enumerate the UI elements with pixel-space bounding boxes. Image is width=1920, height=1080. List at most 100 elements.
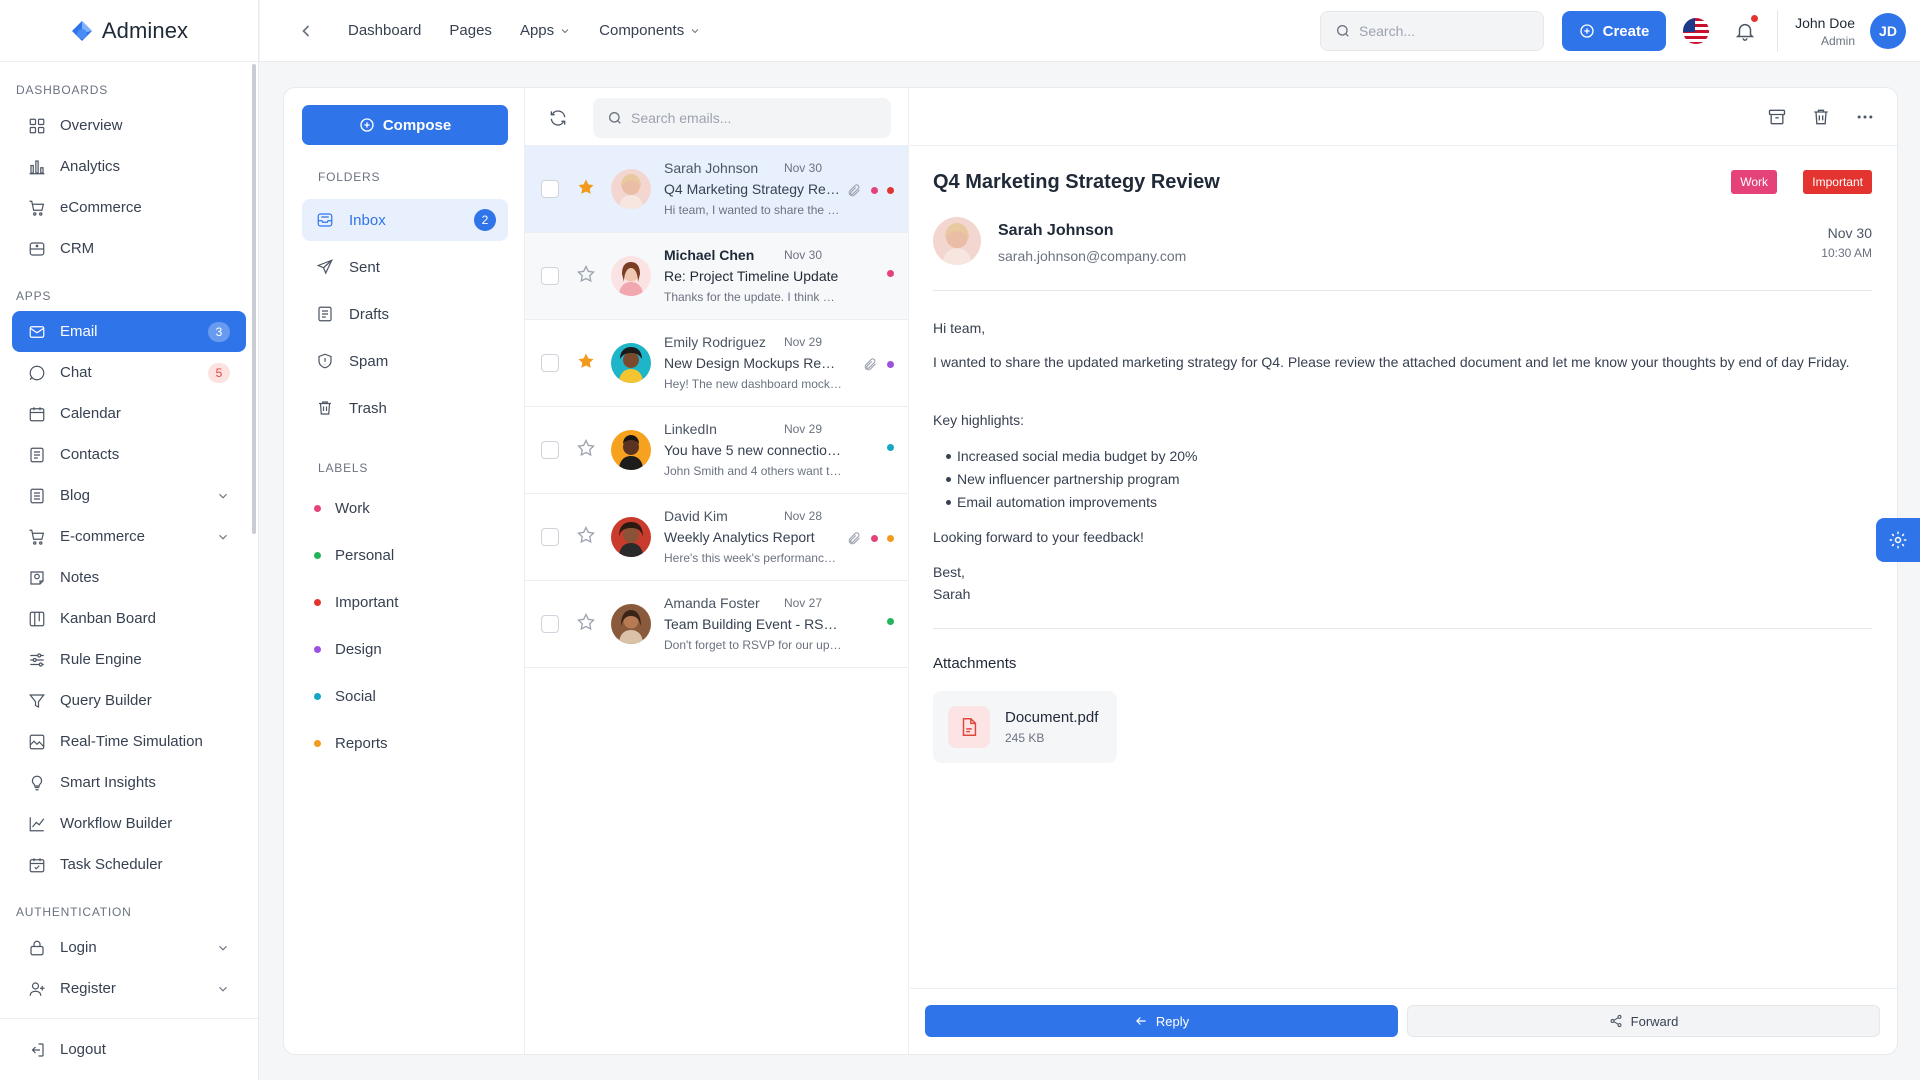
avatar	[611, 169, 651, 209]
sidebar-item-contacts[interactable]: Contacts	[12, 434, 246, 475]
sidebar-item-workflow-builder[interactable]: Workflow Builder	[12, 803, 246, 844]
email-checkbox[interactable]	[541, 354, 559, 372]
star-filled-icon[interactable]	[576, 351, 596, 371]
row-indicators	[887, 270, 894, 277]
email-checkbox[interactable]	[541, 615, 559, 633]
inbox-icon	[316, 211, 349, 229]
sidebar-item-email[interactable]: Email 3	[12, 311, 246, 352]
user-name[interactable]: John Doe	[1795, 15, 1855, 31]
sidebar-item-query-builder[interactable]: Query Builder	[12, 680, 246, 721]
nav-components[interactable]: Components	[599, 22, 701, 39]
star-outline-icon[interactable]	[576, 438, 596, 458]
sidebar-item-label: Calendar	[60, 405, 121, 422]
label-text: Design	[335, 641, 382, 658]
email-date: Nov 27	[783, 596, 822, 610]
reply-button[interactable]: Reply	[925, 1005, 1398, 1037]
label-design[interactable]: Design	[314, 641, 382, 658]
reader-toolbar	[910, 88, 1897, 146]
sidebar-item-crm[interactable]: CRM	[12, 228, 246, 269]
folder-drafts[interactable]: Drafts	[302, 293, 508, 335]
us-flag-icon[interactable]	[1683, 18, 1709, 44]
sidebar-item-login[interactable]: Login	[12, 927, 246, 968]
sidebar-item-task-scheduler[interactable]: Task Scheduler	[12, 844, 246, 885]
folder-label: Sent	[349, 258, 380, 276]
compose-button[interactable]: Compose	[302, 105, 508, 145]
refresh-icon[interactable]	[548, 108, 568, 128]
email-row[interactable]: David Kim Nov 28 Weekly Analytics Report…	[525, 494, 908, 581]
email-checkbox[interactable]	[541, 441, 559, 459]
sidebar-item-calendar[interactable]: Calendar	[12, 393, 246, 434]
bell-icon[interactable]	[1734, 20, 1756, 42]
label-important[interactable]: Important	[314, 594, 398, 611]
database-icon	[28, 240, 46, 258]
sidebar-item-ecommerce-app[interactable]: E-commerce	[12, 516, 246, 557]
tag-important[interactable]: Important	[1803, 170, 1872, 194]
sidebar-item-chat[interactable]: Chat 5	[12, 352, 246, 393]
email-checkbox[interactable]	[541, 528, 559, 546]
trash-icon[interactable]	[1811, 107, 1831, 127]
star-outline-icon[interactable]	[576, 525, 596, 545]
email-checkbox[interactable]	[541, 267, 559, 285]
sidebar-scrollbar[interactable]	[252, 64, 256, 534]
folder-sent[interactable]: Sent	[302, 246, 508, 288]
label-reports[interactable]: Reports	[314, 735, 388, 752]
nav-dashboard-label: Dashboard	[348, 22, 422, 39]
label-personal[interactable]: Personal	[314, 547, 394, 564]
create-button[interactable]: Create	[1562, 11, 1666, 51]
sidebar-item-ecommerce-dashboard[interactable]: eCommerce	[12, 187, 246, 228]
logout-button[interactable]: Logout	[12, 1029, 246, 1070]
chevron-down-icon[interactable]	[216, 530, 230, 544]
label-social[interactable]: Social	[314, 688, 376, 705]
email-preview: Thanks for the update. I think we should…	[664, 290, 842, 304]
star-outline-icon[interactable]	[576, 264, 596, 284]
sidebar-item-blog[interactable]: Blog	[12, 475, 246, 516]
settings-gear-button[interactable]	[1876, 518, 1920, 562]
chat-icon	[28, 364, 46, 382]
email-sender: Amanda Foster	[664, 595, 760, 611]
sidebar-item-analytics[interactable]: Analytics	[12, 146, 246, 187]
label-work[interactable]: Work	[314, 500, 370, 517]
folder-inbox[interactable]: Inbox 2	[302, 199, 508, 241]
logo[interactable]: Adminex	[0, 0, 258, 62]
sidebar-item-register[interactable]: Register	[12, 968, 246, 1009]
forward-button[interactable]: Forward	[1407, 1005, 1880, 1037]
attachment-card[interactable]: Document.pdf 245 KB	[933, 691, 1117, 763]
sidebar-item-label: Workflow Builder	[60, 815, 173, 832]
sidebar-item-notes[interactable]: Notes	[12, 557, 246, 598]
list-item: New influencer partnership program	[933, 468, 1197, 491]
calendar-check-icon	[28, 856, 46, 874]
sidebar-item-smart-insights[interactable]: Smart Insights	[12, 762, 246, 803]
sidebar-item-rule-engine[interactable]: Rule Engine	[12, 639, 246, 680]
avatar	[611, 256, 651, 296]
email-search-input[interactable]	[631, 110, 871, 126]
email-row[interactable]: LinkedIn Nov 29 You have 5 new connectio…	[525, 407, 908, 494]
chevron-down-icon[interactable]	[216, 982, 230, 996]
folder-spam[interactable]: Spam	[302, 340, 508, 382]
chevron-down-icon[interactable]	[216, 489, 230, 503]
email-row[interactable]: Amanda Foster Nov 27 Team Building Event…	[525, 581, 908, 668]
sidebar-item-simulation[interactable]: Real-Time Simulation	[12, 721, 246, 762]
email-list: Sarah Johnson Nov 30 Q4 Marketing Strate…	[525, 88, 909, 1054]
email-row[interactable]: Michael Chen Nov 30 Re: Project Timeline…	[525, 233, 908, 320]
nav-dashboard[interactable]: Dashboard	[348, 22, 421, 39]
nav-pages[interactable]: Pages	[449, 22, 492, 39]
email-row[interactable]: Emily Rodriguez Nov 29 New Design Mockup…	[525, 320, 908, 407]
email-row[interactable]: Sarah Johnson Nov 30 Q4 Marketing Strate…	[525, 146, 908, 233]
sidebar-item-overview[interactable]: Overview	[12, 105, 246, 146]
star-filled-icon[interactable]	[576, 177, 596, 197]
star-outline-icon[interactable]	[576, 612, 596, 632]
email-subject: You have 5 new connection requests	[664, 442, 842, 458]
folder-trash[interactable]: Trash	[302, 387, 508, 429]
avatar[interactable]: JD	[1870, 13, 1906, 49]
tag-work[interactable]: Work	[1731, 170, 1777, 194]
more-options-icon[interactable]	[1855, 107, 1875, 127]
archive-icon[interactable]	[1767, 107, 1787, 127]
nav-apps[interactable]: Apps	[520, 22, 571, 39]
row-indicators	[847, 183, 894, 198]
email-checkbox[interactable]	[541, 180, 559, 198]
search-input[interactable]	[1359, 23, 1519, 39]
sidebar-item-kanban[interactable]: Kanban Board	[12, 598, 246, 639]
row-indicators	[887, 444, 894, 451]
collapse-sidebar-icon[interactable]	[296, 21, 316, 41]
chevron-down-icon[interactable]	[216, 941, 230, 955]
